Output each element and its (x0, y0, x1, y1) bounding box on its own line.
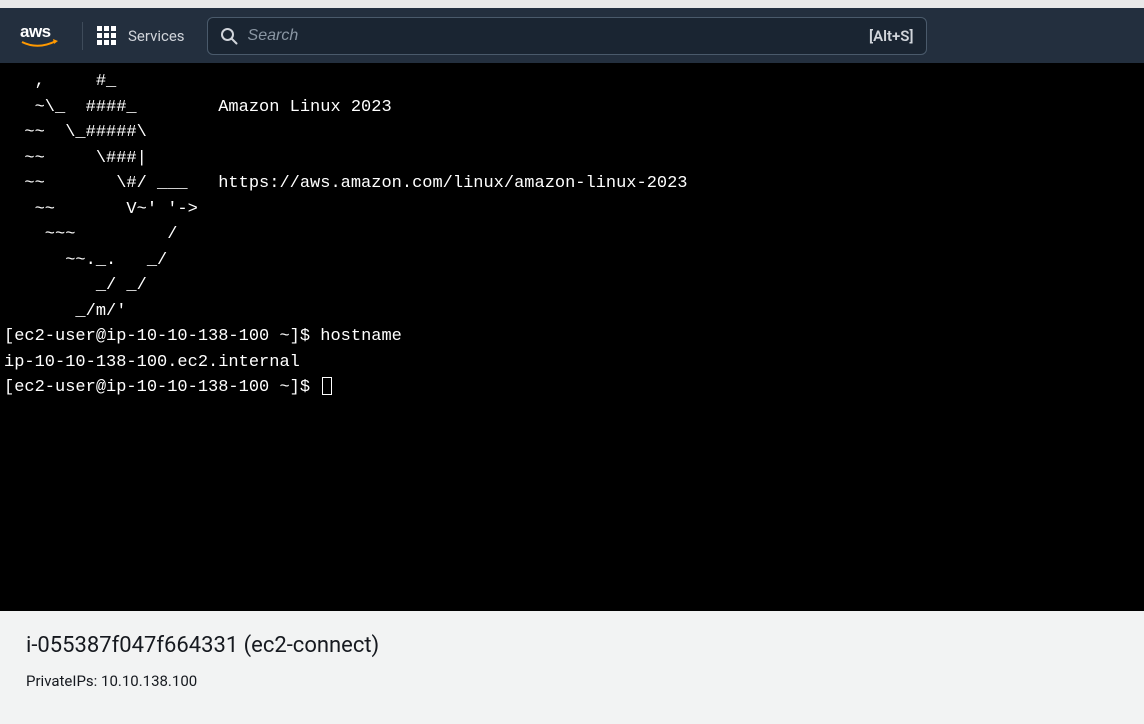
terminal-prompt-2: [ec2-user@ip-10-10-138-100 ~]$ (4, 378, 320, 397)
private-ips-label: PrivateIPs: (26, 672, 101, 690)
services-button[interactable]: Services (97, 26, 185, 45)
terminal-output-1: ip-10-10-138-100.ec2.internal (4, 353, 300, 372)
header-divider (82, 22, 83, 50)
svg-text:aws: aws (20, 22, 51, 41)
aws-header: aws Services [Alt+S] (0, 8, 1144, 63)
private-ips-value: 10.10.138.100 (101, 672, 197, 690)
terminal-motd: , #_ ~\_ ####_ Amazon Linux 2023 ~~ \_##… (4, 72, 688, 321)
top-strip (0, 0, 1144, 8)
instance-title: i-055387f047f664331 (ec2-connect) (26, 633, 1118, 658)
terminal[interactable]: , #_ ~\_ ####_ Amazon Linux 2023 ~~ \_##… (0, 63, 1144, 611)
terminal-cursor (322, 377, 332, 395)
terminal-prompt-1: [ec2-user@ip-10-10-138-100 ~]$ (4, 327, 320, 346)
search-icon (220, 27, 238, 45)
instance-footer: i-055387f047f664331 (ec2-connect) Privat… (0, 611, 1144, 700)
private-ips: PrivateIPs: 10.10.138.100 (26, 672, 1118, 690)
search-shortcut-hint: [Alt+S] (869, 27, 914, 45)
aws-logo[interactable]: aws (20, 22, 64, 50)
grid-icon (97, 26, 116, 45)
search-input[interactable] (248, 27, 859, 45)
terminal-command-1: hostname (320, 327, 402, 346)
services-label: Services (128, 27, 185, 45)
search-wrapper[interactable]: [Alt+S] (207, 17, 927, 55)
